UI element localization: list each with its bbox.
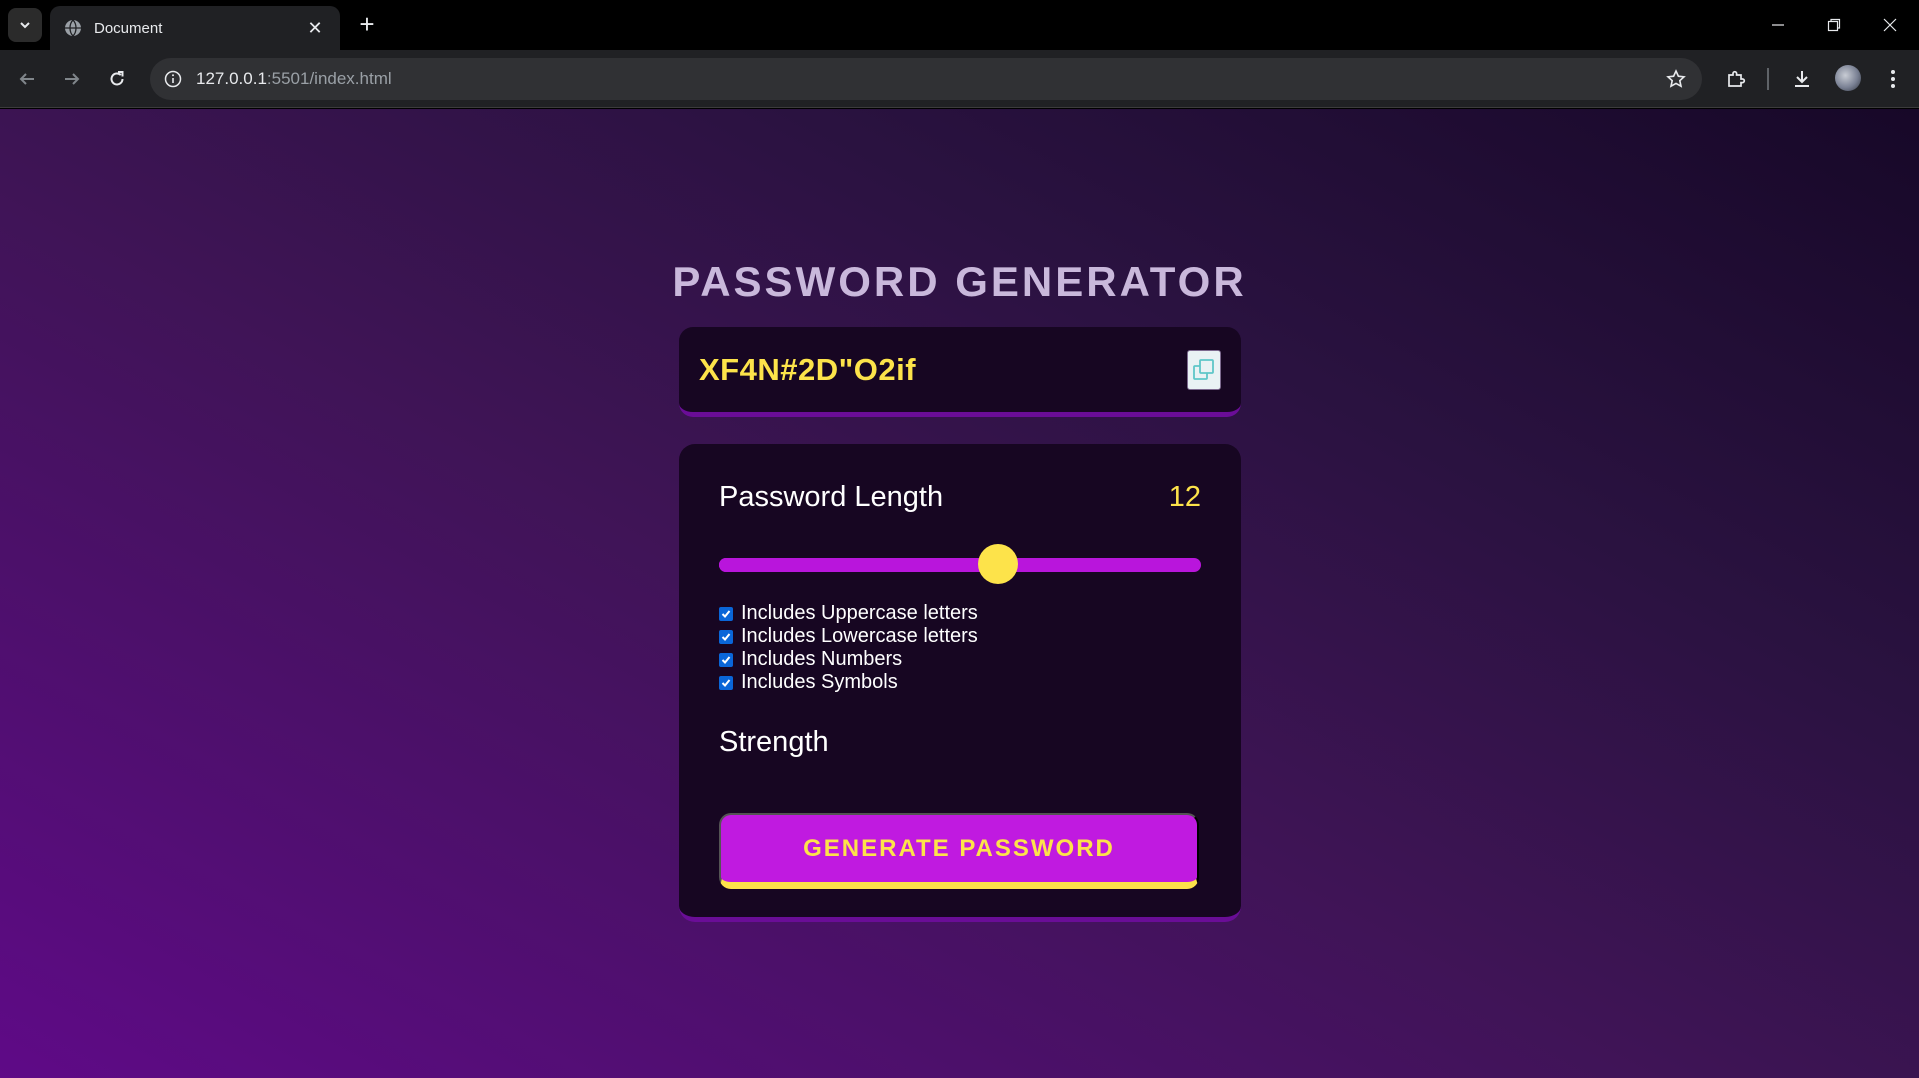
page-viewport: PASSWORD GENERATOR XF4N#2D"O2if Password… [0,109,1919,1078]
browser-tab-strip: Document ✕ + [0,0,1919,50]
option-label: Includes Lowercase letters [741,625,978,647]
star-icon[interactable] [1666,69,1686,89]
tab-search-button[interactable] [8,8,42,42]
checkbox-lowercase[interactable] [719,629,733,644]
option-label: Includes Numbers [741,648,903,670]
forward-button[interactable] [55,62,89,96]
globe-icon [65,19,81,37]
download-icon [1795,71,1809,87]
option-uppercase[interactable]: Includes Uppercase letters [719,602,978,625]
browser-toolbar: 127.0.0.1:5501/index.html [0,50,1919,108]
checkbox-numbers[interactable] [719,652,733,667]
options-list: Includes Uppercase letters Includes Lowe… [719,602,978,694]
length-label: Password Length [719,481,944,513]
checkbox-uppercase[interactable] [719,606,733,621]
reload-icon [110,71,124,86]
minimize-button[interactable] [1750,0,1806,50]
profile-avatar[interactable] [1835,65,1861,91]
option-symbols[interactable]: Includes Symbols [719,671,978,694]
chevron-down-icon [20,22,30,29]
option-lowercase[interactable]: Includes Lowercase letters [719,625,978,648]
url-host: 127.0.0.1 [196,69,267,88]
length-row: Password Length 12 [719,481,1201,514]
option-numbers[interactable]: Includes Numbers [719,648,978,671]
option-label: Includes Uppercase letters [741,602,978,624]
tab-title: Document [94,19,163,37]
close-icon [1883,18,1897,32]
new-tab-button[interactable]: + [352,10,382,40]
close-window-button[interactable] [1862,0,1918,50]
arrow-right-icon [65,73,80,85]
generated-password: XF4N#2D"O2if [699,351,917,387]
restore-icon [1827,18,1841,32]
extensions-button[interactable] [1719,62,1753,96]
restore-button[interactable] [1806,0,1862,50]
settings-card: Password Length 12 Includes Uppercase le… [679,444,1241,922]
checkmark-icon [721,632,731,641]
info-icon [164,70,182,88]
downloads-button[interactable] [1785,62,1819,96]
slider-fill [719,558,999,572]
checkmark-icon [721,678,731,687]
back-button[interactable] [10,62,44,96]
checkmark-icon [721,609,731,618]
more-vertical-icon [1891,70,1895,88]
arrow-left-icon [19,73,34,85]
close-tab-icon[interactable]: ✕ [304,18,326,39]
password-display: XF4N#2D"O2if [679,327,1241,417]
copy-button[interactable] [1187,349,1221,390]
address-bar[interactable]: 127.0.0.1:5501/index.html [150,58,1702,100]
strength-label: Strength [719,726,829,758]
checkbox-symbols[interactable] [719,675,733,690]
option-label: Includes Symbols [741,671,898,693]
page-title: PASSWORD GENERATOR [672,258,1247,305]
checkmark-icon [721,655,731,664]
length-value: 12 [1168,481,1201,513]
generate-password-button[interactable]: GENERATE PASSWORD [719,813,1199,889]
length-slider[interactable] [719,544,1201,584]
url-path: :5501/index.html [266,69,392,88]
slider-thumb[interactable] [978,544,1019,584]
browser-tab[interactable]: Document ✕ [50,6,340,50]
minimize-icon [1772,24,1784,26]
puzzle-icon [1728,70,1746,87]
copy-icon [1193,358,1214,380]
toolbar-divider [1767,68,1769,90]
menu-button[interactable] [1876,62,1910,96]
reload-button[interactable] [100,62,134,96]
